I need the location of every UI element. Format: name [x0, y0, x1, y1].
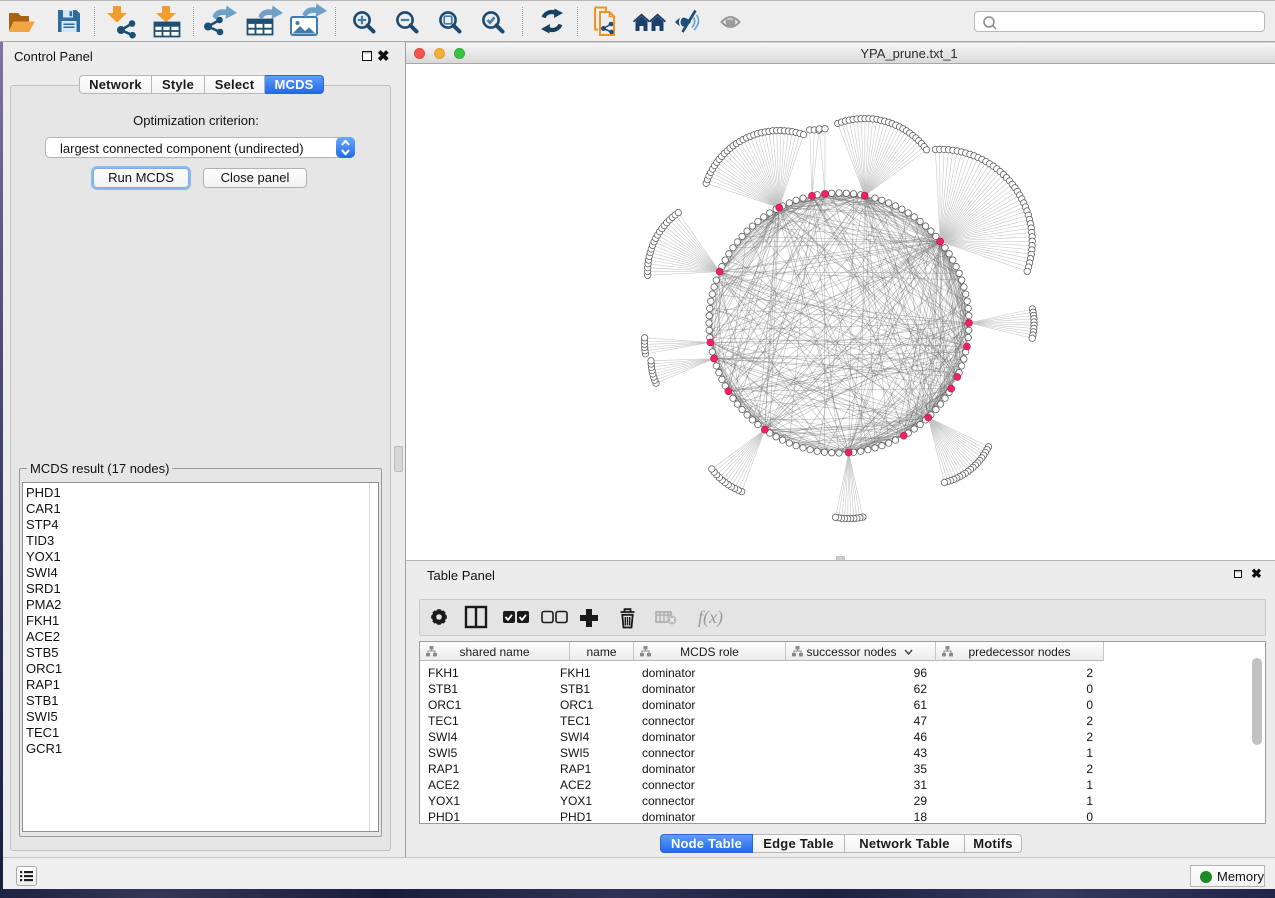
svg-text:f(x): f(x): [698, 607, 723, 628]
